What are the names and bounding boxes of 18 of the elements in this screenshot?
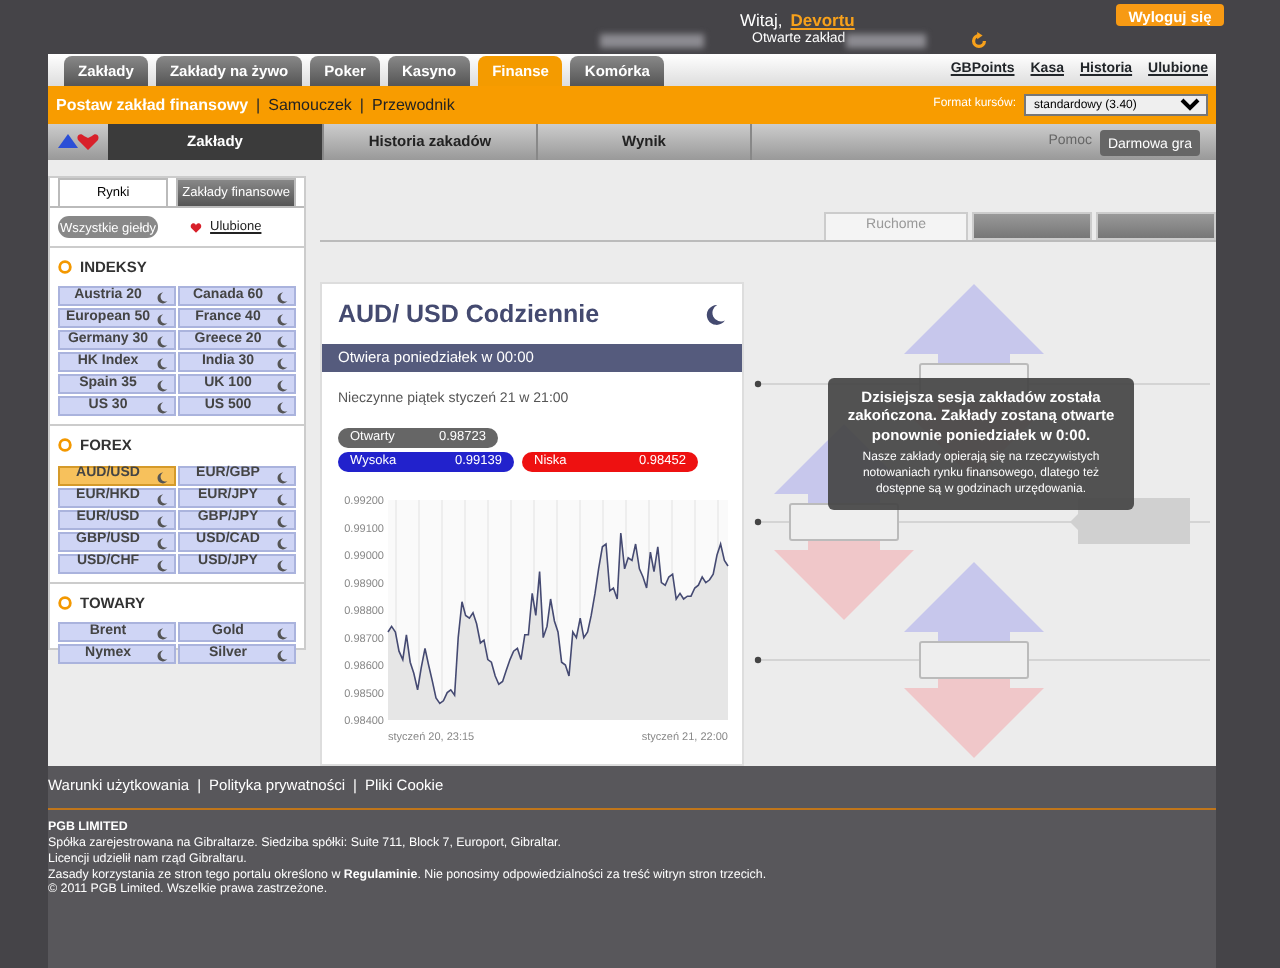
sub-link[interactable]: Przewodnik: [371, 93, 455, 117]
greeting-text: Witaj,: [740, 8, 783, 32]
blurred-balance: [600, 33, 704, 48]
username-link[interactable]: Devortu: [790, 8, 855, 34]
ring-icon: [58, 260, 72, 275]
ring-icon: [58, 438, 72, 453]
ring-icon: [58, 595, 72, 610]
link-separator: |: [256, 93, 261, 117]
link-separator: |: [359, 93, 364, 117]
suits-logo-icon: [52, 132, 104, 152]
panel-tab[interactable]: [972, 212, 1092, 240]
sub-link[interactable]: Samouczek: [268, 93, 352, 117]
market-title: AUD/ USD Codziennie: [338, 297, 600, 332]
refresh-icon[interactable]: [969, 31, 988, 50]
panel-tab[interactable]: [1096, 212, 1216, 240]
blurred-count: [845, 33, 926, 48]
moon-icon: [704, 303, 726, 325]
heart-icon: [190, 221, 203, 233]
